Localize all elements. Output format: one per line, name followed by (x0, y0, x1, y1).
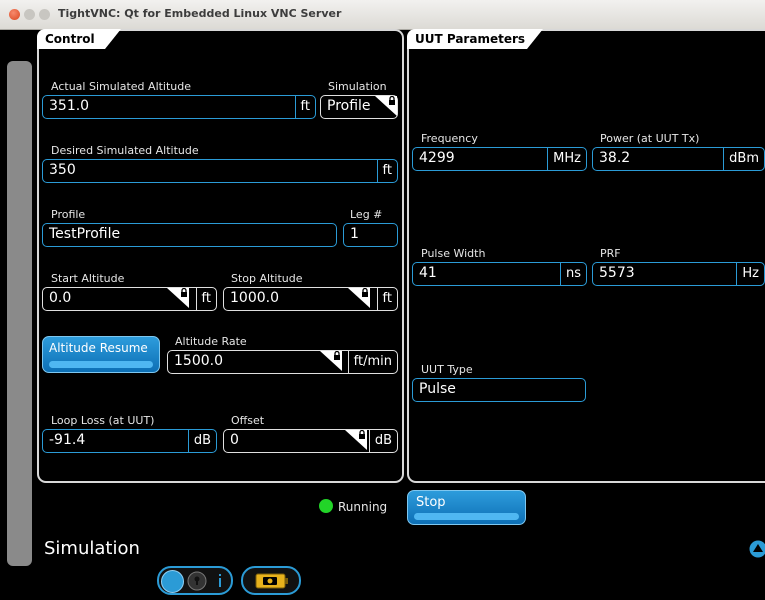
altitude-resume-button[interactable]: Altitude Resume (42, 336, 160, 373)
stop-altitude-label: Stop Altitude (231, 272, 303, 285)
stop-button-indicator (414, 513, 519, 520)
prf-field[interactable]: 5573 Hz (592, 262, 765, 286)
control-panel-tab: Control (37, 29, 121, 49)
record-toggle-button[interactable] (241, 566, 301, 595)
simulation-toggle-switch[interactable] (157, 566, 233, 595)
altitude-rate-value: 1500.0 (174, 353, 223, 369)
battery-icon (255, 573, 288, 589)
pulse-width-value: 41 (419, 265, 437, 281)
lock-icon (375, 96, 397, 116)
power-value: 38.2 (599, 150, 631, 166)
power-label: Power (at UUT Tx) (600, 132, 700, 145)
loop-loss-field[interactable]: -91.4 dB (42, 429, 217, 453)
close-window-icon[interactable] (9, 9, 20, 20)
actual-altitude-field[interactable]: 351.0 ft (42, 95, 316, 119)
leg-field[interactable]: 1 (343, 223, 398, 247)
actual-altitude-label: Actual Simulated Altitude (51, 80, 192, 93)
desired-altitude-label: Desired Simulated Altitude (51, 144, 199, 157)
profile-value: TestProfile (49, 226, 121, 242)
window-title: TightVNC: Qt for Embedded Linux VNC Serv… (58, 7, 342, 20)
altitude-resume-label: Altitude Resume (49, 341, 148, 355)
leg-label: Leg # (350, 208, 383, 221)
loop-loss-value: -91.4 (49, 432, 86, 448)
altitude-rate-unit: ft/min (347, 351, 397, 373)
actual-altitude-value: 351.0 (49, 98, 90, 114)
profile-field[interactable]: TestProfile (42, 223, 337, 247)
uut-type-label: UUT Type (421, 363, 473, 376)
lock-icon (167, 288, 189, 308)
offset-label: Offset (231, 414, 265, 427)
profile-label: Profile (51, 208, 86, 221)
maximize-window-icon[interactable] (39, 9, 50, 20)
stop-button-label: Stop (416, 495, 446, 510)
pulse-width-unit: ns (559, 263, 586, 285)
start-altitude-field[interactable]: 0.0 ft (42, 287, 217, 311)
altitude-rate-label: Altitude Rate (175, 335, 247, 348)
start-altitude-value: 0.0 (49, 290, 72, 306)
offset-field[interactable]: 0 dB (223, 429, 398, 453)
lock-icon (187, 571, 207, 591)
lock-icon (348, 288, 370, 308)
altitude-rate-field[interactable]: 1500.0 ft/min (167, 350, 398, 374)
stop-altitude-unit: ft (376, 288, 397, 310)
stop-altitude-field[interactable]: 1000.0 ft (223, 287, 398, 311)
window-titlebar: TightVNC: Qt for Embedded Linux VNC Serv… (0, 0, 765, 30)
loop-loss-label: Loop Loss (at UUT) (51, 414, 155, 427)
leg-value: 1 (350, 226, 359, 242)
lock-icon (320, 351, 342, 371)
lock-icon (345, 430, 367, 450)
prf-unit: Hz (736, 263, 764, 285)
desired-altitude-unit: ft (376, 160, 397, 182)
uut-parameters-panel-title: UUT Parameters (415, 32, 526, 46)
actual-altitude-unit: ft (294, 96, 315, 118)
power-unit: dBm (723, 148, 764, 170)
loop-loss-unit: dB (187, 430, 216, 452)
simulation-section-title: Simulation (44, 538, 140, 559)
desired-altitude-value: 350 (49, 162, 76, 178)
uut-parameters-panel-tab: UUT Parameters (407, 29, 543, 49)
side-drawer-handle[interactable] (7, 61, 32, 566)
uut-type-value: Pulse (419, 381, 456, 397)
prf-value: 5573 (599, 265, 635, 281)
toggle-knob (161, 570, 184, 593)
stop-altitude-value: 1000.0 (230, 290, 279, 306)
simulation-mode-select[interactable]: Profile (320, 95, 398, 119)
frequency-value: 4299 (419, 150, 455, 166)
control-panel-title: Control (45, 32, 95, 46)
uut-type-select[interactable]: Pulse (412, 378, 586, 402)
frequency-field[interactable]: 4299 MHz (412, 147, 587, 171)
minimize-window-icon[interactable] (24, 9, 35, 20)
start-altitude-label: Start Altitude (51, 272, 125, 285)
pulse-width-label: Pulse Width (421, 247, 486, 260)
frequency-unit: MHz (547, 148, 586, 170)
running-status-text: Running (338, 500, 388, 514)
frequency-label: Frequency (421, 132, 478, 145)
altitude-resume-indicator (49, 361, 153, 368)
offset-unit: dB (368, 430, 397, 452)
simulation-mode-label: Simulation (328, 80, 387, 93)
desired-altitude-field[interactable]: 350 ft (42, 159, 398, 183)
power-field[interactable]: 38.2 dBm (592, 147, 765, 171)
collapse-up-icon[interactable] (749, 540, 765, 558)
start-altitude-unit: ft (195, 288, 216, 310)
pulse-width-field[interactable]: 41 ns (412, 262, 587, 286)
running-status-icon (319, 499, 333, 513)
stop-button[interactable]: Stop (407, 490, 526, 525)
offset-value: 0 (230, 432, 239, 448)
prf-label: PRF (600, 247, 621, 260)
simulation-mode-value: Profile (327, 98, 371, 114)
info-icon (219, 574, 221, 587)
